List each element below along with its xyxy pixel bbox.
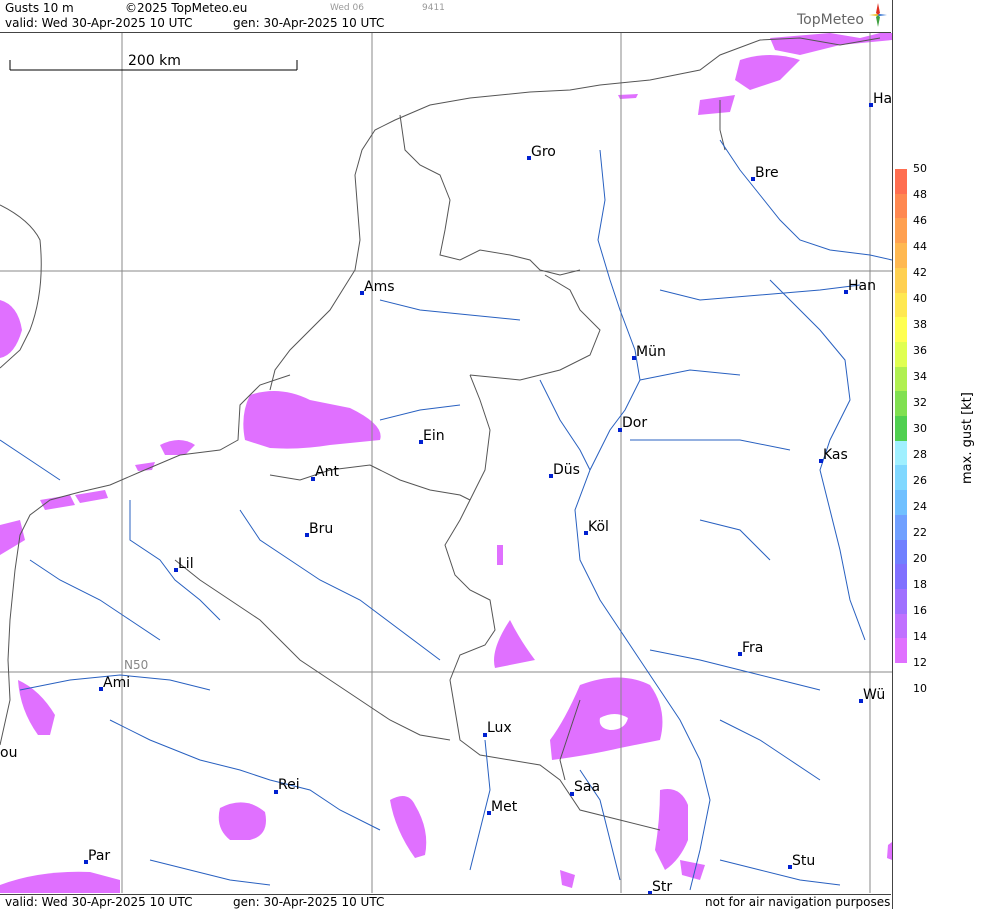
legend-tick-label: 24 (913, 500, 927, 513)
legend-tick-label: 18 (913, 578, 927, 591)
legend-swatch (895, 564, 907, 590)
city-label: Rei (278, 777, 300, 793)
legend-tick-label: 36 (913, 344, 927, 357)
legend-swatch (895, 218, 907, 244)
city-label: ou (0, 745, 17, 761)
legend-swatch (895, 391, 907, 417)
legend-tick-label: 44 (913, 240, 927, 253)
legend-swatch (895, 243, 907, 269)
legend-swatch (895, 341, 907, 368)
legend-title: max. gust [kt] (960, 392, 975, 484)
legend-swatch (895, 588, 907, 615)
city-label: Mün (636, 344, 666, 360)
city-label: Lux (487, 720, 512, 736)
footer-generated-time: gen: 30-Apr-2025 10 UTC (233, 895, 385, 909)
legend-swatch (895, 440, 907, 466)
legend-tick-label: 42 (913, 266, 927, 279)
city-label: Saa (574, 779, 600, 795)
map-footer: valid: Wed 30-Apr-2025 10 UTC gen: 30-Ap… (0, 894, 891, 910)
legend-tick-label: 50 (913, 162, 927, 175)
legend-swatch (895, 267, 907, 293)
city-label: Ha (873, 91, 892, 107)
city-label: Bru (309, 521, 333, 537)
city-label: Par (88, 848, 110, 864)
legend-color-bar (895, 169, 907, 664)
legend-tick-label: 38 (913, 318, 927, 331)
legend-swatch (895, 613, 907, 639)
legend-tick-label: 10 (913, 682, 927, 695)
legend-tick-label: 30 (913, 422, 927, 435)
legend-swatch (895, 366, 907, 392)
city-label: Köl (588, 519, 609, 535)
city-label: Ein (423, 428, 445, 444)
legend-swatch (895, 416, 907, 442)
city-label: Gro (531, 144, 556, 160)
city-label: Kas (823, 447, 848, 463)
city-label: Stu (792, 853, 815, 869)
legend-tick-label: 32 (913, 396, 927, 409)
city-label: Wü (863, 687, 885, 703)
legend-tick-label: 20 (913, 552, 927, 565)
city-label: Han (848, 278, 876, 294)
legend-swatch (895, 193, 907, 219)
city-label: Lil (178, 556, 194, 572)
legend-tick-label: 12 (913, 656, 927, 669)
legend-swatch (895, 292, 907, 318)
legend-tick-label: 48 (913, 188, 927, 201)
city-label: Düs (553, 462, 580, 478)
disclaimer: not for air navigation purposes (705, 895, 891, 909)
legend-tick-label: 40 (913, 292, 927, 305)
legend-tick-label: 16 (913, 604, 927, 617)
legend-swatch (895, 539, 907, 565)
legend-swatch (895, 490, 907, 516)
city-label: Met (491, 799, 518, 815)
city-layer: Gro Bre Ha Ams Han Mün Dor Ein Kas Düs A… (0, 91, 892, 895)
city-label: Str (652, 879, 672, 895)
legend-swatch (895, 317, 907, 343)
legend-swatch (895, 638, 907, 664)
legend-tick-label: 22 (913, 526, 927, 539)
legend-tick-label: 46 (913, 214, 927, 227)
footer-valid-time: valid: Wed 30-Apr-2025 10 UTC (5, 895, 193, 909)
city-label: Ant (315, 464, 339, 480)
legend-swatch (895, 514, 907, 540)
city-label: Dor (622, 415, 647, 431)
legend-swatch (895, 169, 907, 195)
legend-swatch (895, 465, 907, 491)
city-label: Ami (103, 675, 130, 691)
legend-tick-label: 14 (913, 630, 927, 643)
legend-tick-label: 28 (913, 448, 927, 461)
city-label: Bre (755, 165, 779, 181)
city-label: Ams (364, 279, 395, 295)
city-label: Fra (742, 640, 763, 656)
legend-tick-label: 34 (913, 370, 927, 383)
legend-tick-label: 26 (913, 474, 927, 487)
